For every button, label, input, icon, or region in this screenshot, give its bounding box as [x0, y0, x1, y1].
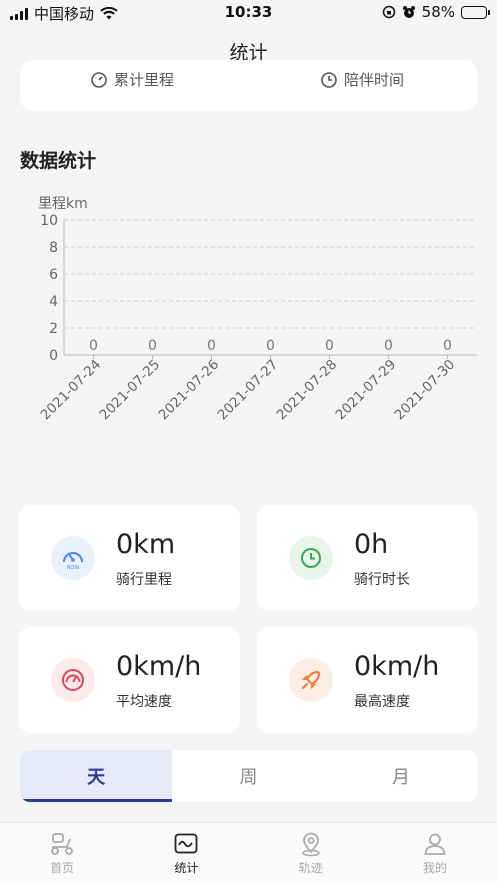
bottom-tab-bar: 首页 统计 轨迹 我的 [0, 822, 497, 883]
status-bar: 中国移动 10:33 58% [0, 0, 497, 26]
stat-card-duration: 0h 骑行时长 [257, 505, 478, 611]
odometer-icon [91, 71, 107, 88]
total-distance-item: 累计里程 [90, 69, 174, 90]
x-tick-label: 2021-07-25 [97, 357, 164, 424]
battery-percent: 58% [421, 3, 455, 21]
clock-icon [301, 548, 321, 568]
stat-label: 最高速度 [354, 694, 410, 710]
y-tick-label: 6 [49, 267, 58, 283]
y-tick-label: 0 [49, 348, 58, 364]
companion-time-label: 陪伴时间 [344, 71, 405, 89]
stat-value: 0h [354, 529, 389, 560]
x-tick-label: 2021-07-30 [392, 357, 459, 424]
gauge-icon [62, 669, 84, 691]
stat-card-distance: NOW 0km 骑行里程 [19, 505, 240, 611]
y-tick-label: 4 [49, 294, 58, 310]
tabbar-label: 统计 [174, 861, 199, 875]
stat-label: 平均速度 [116, 694, 172, 710]
data-label: 0 [443, 338, 452, 354]
stat-value: 0km/h [354, 651, 440, 682]
data-label: 0 [266, 338, 275, 354]
gauge-icon-wrap [51, 658, 95, 702]
tabbar-label: 首页 [50, 861, 75, 875]
mileage-chart: 里程km108642002021-07-2402021-07-2502021-0… [38, 196, 477, 424]
total-distance-label: 累计里程 [114, 71, 175, 89]
data-label: 0 [384, 338, 393, 354]
tab-week[interactable]: 周 [172, 750, 324, 802]
y-axis-label: 里程km [38, 196, 88, 212]
x-tick-label: 2021-07-26 [156, 357, 223, 424]
x-tick-label: 2021-07-27 [215, 357, 282, 424]
alarm-icon [402, 6, 415, 18]
chart-icon [174, 833, 198, 854]
stat-label: 骑行时长 [354, 572, 410, 588]
tab-day[interactable]: 天 [20, 750, 173, 802]
speedometer-icon: NOW [63, 552, 83, 571]
companion-time-item: 陪伴时间 [320, 69, 404, 90]
location-pin-icon [301, 832, 320, 857]
stat-label: 骑行里程 [116, 572, 172, 588]
tab-month[interactable]: 月 [325, 750, 477, 802]
y-tick-label: 10 [40, 213, 58, 229]
rocket-icon-wrap [289, 658, 333, 702]
period-tabs: 天 周 月 [20, 750, 477, 802]
section-title: 数据统计 [20, 150, 97, 172]
stat-value: 0km/h [116, 651, 202, 682]
tabbar-label: 轨迹 [298, 861, 323, 875]
tabbar-item-track[interactable]: 轨迹 [249, 823, 373, 883]
data-label: 0 [89, 338, 98, 354]
clock-outline-icon [321, 71, 337, 88]
status-bar-right: 58% [382, 3, 490, 21]
data-label: 0 [148, 338, 157, 354]
speedometer-icon-wrap: NOW [51, 536, 95, 580]
tabbar-item-stats[interactable]: 统计 [124, 823, 248, 883]
tabbar-item-home[interactable]: 首页 [0, 823, 124, 883]
tabbar-item-profile[interactable]: 我的 [373, 823, 497, 883]
y-tick-label: 8 [49, 240, 58, 256]
svg-text:NOW: NOW [67, 565, 80, 571]
y-tick-label: 2 [49, 321, 58, 337]
stat-card-avg-speed: 0km/h 平均速度 [19, 627, 240, 733]
rotation-lock-icon [382, 5, 395, 19]
x-tick-label: 2021-07-24 [38, 357, 105, 424]
user-icon [424, 833, 446, 855]
x-tick-label: 2021-07-29 [333, 357, 400, 424]
data-label: 0 [325, 338, 334, 354]
stat-value: 0km [116, 529, 176, 560]
summary-card: 累计里程 陪伴时间 [20, 60, 477, 110]
data-label: 0 [207, 338, 216, 354]
rocket-icon [301, 671, 320, 690]
x-tick-label: 2021-07-28 [274, 357, 341, 424]
battery-icon [461, 5, 490, 19]
clock-icon-wrap [289, 536, 333, 580]
stat-card-max-speed: 0km/h 最高速度 [257, 627, 478, 733]
tabbar-label: 我的 [422, 861, 447, 875]
scooter-icon [51, 833, 74, 855]
